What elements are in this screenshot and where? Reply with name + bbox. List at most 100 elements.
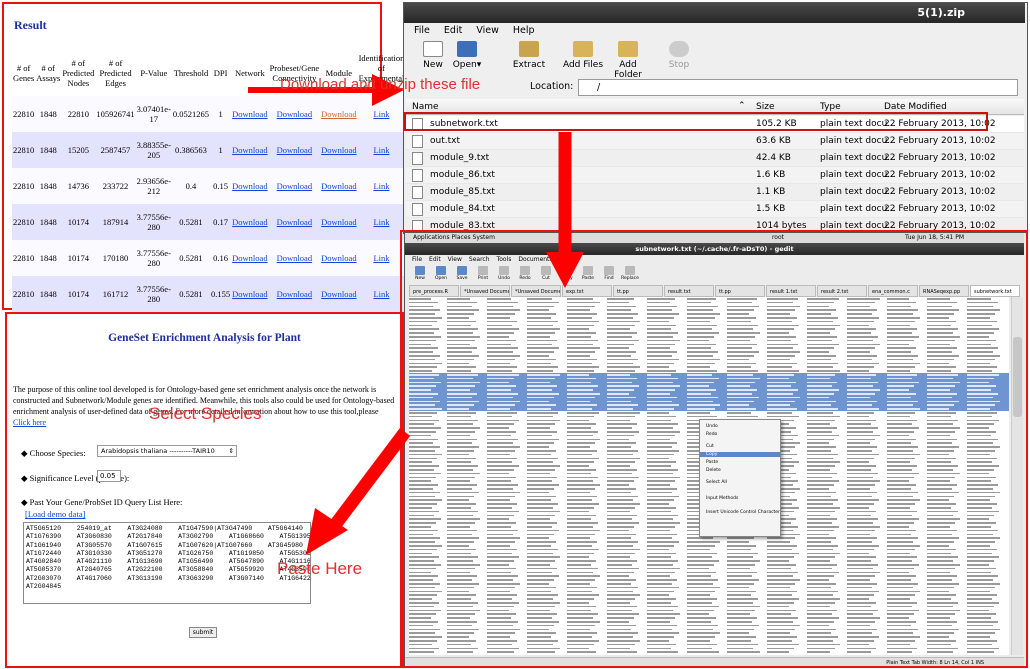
gene-line: AT4G02840 AT4G21110 AT1G13690 AT1G56490 …	[26, 558, 311, 566]
select-species-annotation: Select Species	[149, 404, 262, 423]
load-demo-link[interactable]: [Load demo data]	[25, 509, 85, 519]
extract-button[interactable]: Extract	[506, 39, 552, 70]
result-cell: 1	[218, 109, 223, 119]
download-link[interactable]: Download	[269, 204, 321, 240]
result-cell: 0.0521265	[172, 109, 210, 119]
file-size: 1.1 KB	[756, 187, 786, 197]
result-cell: 10174	[67, 253, 89, 263]
result-cell: 233722	[102, 181, 129, 191]
download-link[interactable]: Download	[269, 96, 321, 132]
file-size: 1.5 KB	[756, 204, 786, 214]
result-cell: 187914	[102, 217, 129, 227]
result-cell: 3.07401e-17	[136, 104, 171, 124]
download-link[interactable]: Download	[269, 132, 321, 168]
download-link[interactable]: Download	[231, 96, 268, 132]
result-column-header: # of Predicted Nodes	[62, 58, 95, 88]
open-button[interactable]: Open▾	[444, 39, 490, 70]
gene-line: AT1G72440 AT3G10330 AT3G51270 AT1G26750 …	[26, 549, 311, 557]
condition-link[interactable]: Link	[358, 204, 406, 240]
pvalue-input[interactable]: 0.05	[97, 470, 121, 482]
download-link[interactable]: Download	[320, 276, 357, 312]
paste-list-label: ◆ Past Your Gene/ProbSet ID Query List H…	[21, 497, 183, 507]
result-cell: 0.16	[213, 253, 229, 263]
download-link[interactable]: Download	[231, 204, 268, 240]
file-row[interactable]: module_86.txt 1.6 KB plain text docu... 22 …	[406, 167, 1024, 184]
result-cell: 15205	[67, 145, 89, 155]
result-cell: 10174	[67, 217, 89, 227]
menu-help[interactable]: Help	[513, 25, 535, 36]
file-row[interactable]: module_85.txt 1.1 KB plain text docu... 22 …	[406, 184, 1024, 201]
download-link[interactable]: Download	[320, 240, 357, 276]
condition-link[interactable]: Link	[358, 240, 406, 276]
download-link[interactable]: Download	[269, 168, 321, 204]
file-date: 22 February 2013, 10:02	[884, 204, 996, 214]
result-column-header: # of Predicted Edges	[99, 58, 132, 88]
result-cell: 0.155	[211, 289, 231, 299]
file-name: module_85.txt	[430, 187, 495, 197]
result-cell: 105926741	[96, 109, 135, 119]
location-field[interactable]: /	[578, 79, 1018, 96]
extract-icon	[519, 41, 539, 57]
result-cell: 0.5281	[179, 217, 203, 227]
file-highlight-box	[404, 112, 988, 131]
gene-line: AT1G61940 AT3G05570 AT1G07615 AT1G07620|…	[26, 541, 303, 549]
result-column-header: # of Assays	[36, 63, 61, 83]
result-cell: 2587457	[100, 145, 131, 155]
file-size: 1.6 KB	[756, 170, 786, 180]
result-column-header: Threshold	[173, 68, 209, 78]
result-cell: 22810	[67, 109, 89, 119]
paste-here-annotation: Paste Here	[277, 559, 363, 578]
add-folder-button[interactable]: Add Folder	[604, 39, 652, 80]
result-cell: 1848	[39, 109, 57, 119]
archive-title: 5(1).zip	[404, 3, 1025, 23]
result-cell: 1848	[39, 217, 57, 227]
submit-button[interactable]: submit	[189, 627, 217, 638]
file-row[interactable]: module_9.txt 42.4 KB plain text docu... 22 …	[406, 150, 1024, 167]
download-link[interactable]: Download	[320, 96, 357, 132]
result-row: 22810 1848 10174 187914 3.77556e-280 0.5281 0.…	[12, 204, 431, 240]
result-cell: 22810	[13, 181, 35, 191]
click-here-link[interactable]: Click here	[13, 418, 46, 427]
download-link[interactable]: Download	[320, 132, 357, 168]
gene-line: AT2G03070 AT4G17060 AT3G13190 AT3G63290 …	[26, 574, 311, 582]
file-row[interactable]: out.txt 63.6 KB plain text docu... 22 Febru…	[406, 133, 1024, 150]
download-link[interactable]: Download	[231, 132, 268, 168]
condition-link[interactable]: Link	[358, 276, 406, 312]
text-file-icon	[412, 152, 423, 165]
file-row[interactable]: module_84.txt 1.5 KB plain text docu... 22 …	[406, 201, 1024, 218]
stop-button[interactable]: Stop	[656, 39, 702, 70]
result-cell: 0.386563	[175, 145, 207, 155]
condition-link[interactable]: Link	[358, 168, 406, 204]
text-file-icon	[412, 135, 423, 148]
download-link[interactable]: Download	[231, 168, 268, 204]
download-link[interactable]: Download	[269, 276, 321, 312]
gene-line: AT1G76390 AT3G60830 AT2G17840 AT3G02790 …	[26, 533, 311, 541]
menu-view[interactable]: View	[476, 25, 499, 36]
result-row: 22810 1848 10174 170180 3.77556e-280 0.5281 0.…	[12, 240, 431, 276]
text-file-icon	[412, 203, 423, 216]
download-link[interactable]: Download	[269, 240, 321, 276]
text-file-icon	[412, 186, 423, 199]
condition-link[interactable]: Link	[358, 96, 406, 132]
add-files-button[interactable]: Add Files	[560, 39, 606, 70]
file-date: 22 February 2013, 10:02	[884, 170, 996, 180]
menu-edit[interactable]: Edit	[444, 25, 462, 36]
result-cell: 1	[218, 145, 223, 155]
add-files-icon	[573, 41, 593, 57]
download-link[interactable]: Download	[231, 240, 268, 276]
result-cell: 0.15	[213, 181, 229, 191]
file-name: module_86.txt	[430, 170, 495, 180]
download-link[interactable]: Download	[320, 204, 357, 240]
species-select[interactable]: Arabidopsis thaliana ----------TAIR10 ⇕	[97, 445, 237, 457]
menu-file[interactable]: File	[414, 25, 430, 36]
gene-list-textarea[interactable]: AT5G65120 254019_at AT3G24080 AT1G47590|…	[23, 522, 311, 604]
condition-link[interactable]: Link	[358, 132, 406, 168]
result-row: 22810 1848 14736 233722 2.93656e-212 0.4 0.15 D…	[12, 168, 431, 204]
download-link[interactable]: Download	[320, 168, 357, 204]
file-date: 22 February 2013, 10:02	[884, 136, 996, 146]
result-title: Result	[14, 18, 47, 32]
result-cell: 1848	[39, 181, 57, 191]
download-link[interactable]: Download	[231, 276, 268, 312]
result-cell: 161712	[102, 289, 129, 299]
result-row: 22810 1848 22810 105926741 3.07401e-17 0.0521…	[12, 96, 431, 132]
